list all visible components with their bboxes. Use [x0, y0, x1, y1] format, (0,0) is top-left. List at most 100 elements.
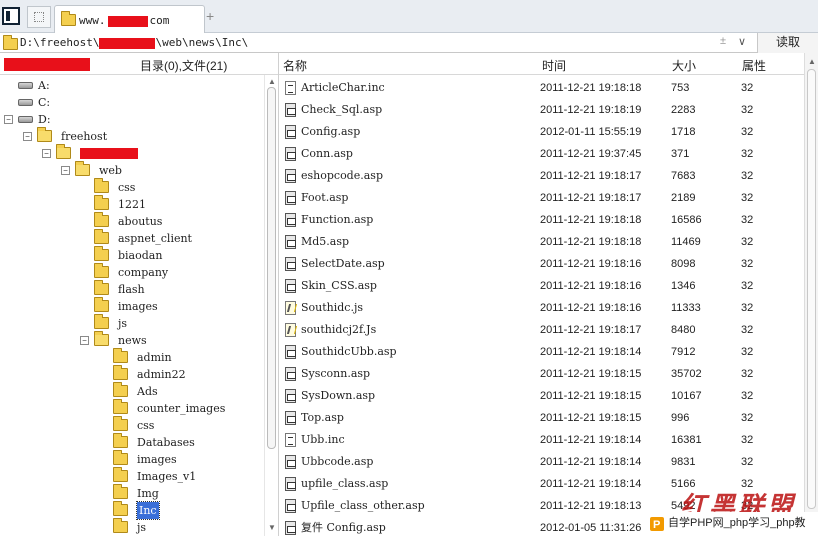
file-row[interactable]: eshopcode.asp 2011-12-21 19:18:17 7683 32	[279, 165, 804, 187]
folder-icon	[113, 399, 128, 414]
scroll-up-icon[interactable]: ▲	[808, 57, 816, 66]
file-time: 2011-12-21 19:18:14	[540, 478, 642, 490]
browser-tab[interactable]: www. com	[54, 5, 205, 33]
tree-item-label: biaodan	[118, 249, 163, 262]
file-list-scrollbar[interactable]: ▲	[804, 53, 818, 536]
file-row[interactable]: SysDown.asp 2011-12-21 19:18:15 10167 32	[279, 385, 804, 407]
tree-scrollbar[interactable]: ▲ ▼	[264, 75, 278, 536]
file-row[interactable]: SouthidcUbb.asp 2011-12-21 19:18:14 7912 32	[279, 341, 804, 363]
file-time: 2011-12-21 19:18:15	[540, 412, 642, 424]
file-row[interactable]: Skin_CSS.asp 2011-12-21 19:18:16 1346 32	[279, 275, 804, 297]
asp-file-icon	[285, 521, 296, 535]
asp-file-icon	[285, 213, 296, 227]
tree-item-label: news	[118, 334, 147, 347]
file-size: 2283	[671, 104, 696, 116]
file-row[interactable]: Md5.asp 2011-12-21 19:18:18 11469 32	[279, 231, 804, 253]
tree-item-label: css	[118, 181, 136, 194]
scroll-down-icon[interactable]: ▼	[268, 523, 276, 532]
folder-icon	[94, 314, 109, 329]
col-attr[interactable]: 属性	[742, 57, 766, 74]
file-attr: 32	[741, 368, 754, 380]
file-row[interactable]: Foot.asp 2011-12-21 19:18:17 2189 32	[279, 187, 804, 209]
file-name: SouthidcUbb.asp	[301, 345, 397, 358]
folder-icon	[61, 11, 76, 26]
new-tab-plus-icon[interactable]: +	[206, 8, 214, 24]
folder-icon	[113, 450, 128, 465]
file-row[interactable]: Southidc.js 2011-12-21 19:18:16 11333 32	[279, 297, 804, 319]
file-row[interactable]: Ubbcode.asp 2011-12-21 19:18:14 9831 32	[279, 451, 804, 473]
file-row[interactable]: Ubb.inc 2011-12-21 19:18:14 16381 32	[279, 429, 804, 451]
col-name[interactable]: 名称	[283, 57, 307, 74]
collapse-toggle-icon[interactable]: −	[42, 149, 51, 158]
file-row[interactable]: ArticleChar.inc 2011-12-21 19:18:18 753 32	[279, 77, 804, 99]
drive-icon	[18, 99, 33, 106]
redacted-block	[4, 58, 90, 71]
file-time: 2011-12-21 19:18:17	[540, 192, 642, 204]
file-name: Top.asp	[301, 411, 344, 424]
tree-item-label: admin	[137, 351, 172, 364]
file-row[interactable]: Check_Sql.asp 2011-12-21 19:18:19 2283 32	[279, 99, 804, 121]
file-name: upfile_class.asp	[301, 477, 389, 490]
tree-item-label: company	[118, 266, 169, 279]
asp-file-icon	[285, 345, 296, 359]
folder-icon	[113, 501, 128, 516]
file-row[interactable]: southidcj2f.Js 2011-12-21 19:18:17 8480 32	[279, 319, 804, 341]
drive-icon	[18, 82, 33, 89]
tree-item-label: Ads	[137, 385, 158, 398]
read-button[interactable]: 读取	[757, 33, 818, 53]
file-attr: 32	[741, 280, 754, 292]
scroll-thumb[interactable]	[267, 87, 276, 449]
tree-header: 目录(0),文件(21)	[0, 53, 278, 75]
tree-item-label: D:	[38, 113, 51, 126]
folder-icon	[94, 195, 109, 210]
file-attr: 32	[741, 82, 754, 94]
file-attr: 32	[741, 302, 754, 314]
col-size[interactable]: 大小	[672, 57, 696, 74]
file-row[interactable]: Sysconn.asp 2011-12-21 19:18:15 35702 32	[279, 363, 804, 385]
file-name: Config.asp	[301, 125, 361, 138]
tree-item-label: admin22	[137, 368, 186, 381]
collapse-toggle-icon[interactable]: −	[4, 115, 13, 124]
collapse-toggle-icon[interactable]: −	[61, 166, 70, 175]
file-size: 16586	[671, 214, 702, 226]
folder-icon	[94, 280, 109, 295]
file-size: 371	[671, 148, 690, 160]
tree-item-label: Img	[137, 487, 159, 500]
asp-file-icon	[285, 455, 296, 469]
plus-minus-icon[interactable]: ±	[720, 35, 726, 47]
file-row[interactable]: Conn.asp 2011-12-21 19:37:45 371 32	[279, 143, 804, 165]
scroll-up-icon[interactable]: ▲	[268, 77, 276, 86]
file-row[interactable]: Top.asp 2011-12-21 19:18:15 996 32	[279, 407, 804, 429]
file-row[interactable]: Function.asp 2011-12-21 19:18:18 16586 32	[279, 209, 804, 231]
file-time: 2011-12-21 19:18:13	[540, 500, 642, 512]
scroll-thumb[interactable]	[807, 69, 816, 509]
folder-icon	[113, 348, 128, 363]
file-size: 1346	[671, 280, 696, 292]
chevron-down-icon[interactable]: ∨	[738, 35, 746, 48]
collapse-toggle-icon[interactable]: −	[80, 336, 89, 345]
folder-icon	[3, 35, 18, 50]
blank-tab-icon[interactable]	[27, 6, 51, 28]
sidebar-toggle-icon[interactable]	[2, 7, 20, 25]
file-size: 11469	[671, 236, 701, 248]
folder-icon	[37, 127, 52, 142]
asp-file-icon	[285, 477, 296, 491]
address-bar[interactable]: D:\freehost\ \web\news\Inc\ ± ∨	[0, 33, 818, 53]
address-path[interactable]: D:\freehost\ \web\news\Inc\	[20, 36, 248, 49]
file-time: 2011-12-21 19:18:16	[540, 280, 642, 292]
tree-item-label: Inc	[136, 501, 160, 520]
file-row[interactable]: SelectDate.asp 2011-12-21 19:18:16 8098 32	[279, 253, 804, 275]
file-attr: 32	[741, 412, 754, 424]
file-attr: 32	[741, 104, 754, 116]
collapse-toggle-icon[interactable]: −	[23, 132, 32, 141]
file-row[interactable]: Config.asp 2012-01-11 15:55:19 1718 32	[279, 121, 804, 143]
asp-file-icon	[285, 411, 296, 425]
folder-icon	[94, 331, 109, 346]
tree-item-label: js	[118, 317, 128, 330]
file-name: Check_Sql.asp	[301, 103, 383, 116]
file-time: 2011-12-21 19:18:17	[540, 170, 642, 182]
file-attr: 32	[741, 324, 754, 336]
folder-icon	[113, 518, 128, 533]
file-attr: 32	[741, 434, 754, 446]
col-time[interactable]: 时间	[542, 57, 566, 74]
